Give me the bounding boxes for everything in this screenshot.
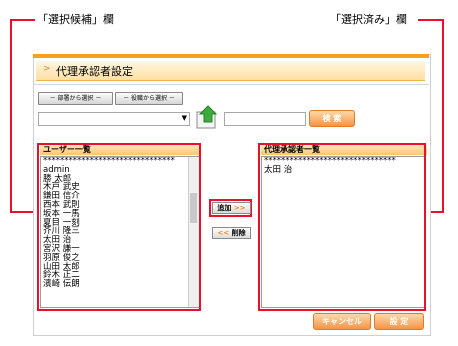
search-button[interactable]: 検 索 <box>309 110 355 127</box>
panel-title: 代理承認者設定 <box>56 65 133 78</box>
select-by-department-button[interactable]: － 部署から選択 － <box>38 92 113 105</box>
callout-line-right-top <box>418 19 444 21</box>
remove-arrows-icon: << <box>217 229 230 237</box>
title-arrow-icon: > <box>43 64 51 74</box>
title-separator <box>33 84 429 85</box>
callout-line-right-vertical <box>442 19 444 213</box>
select-by-role-button[interactable]: － 役職から選択 － <box>115 92 183 105</box>
add-arrows-icon: >> <box>233 204 246 212</box>
cancel-button[interactable]: キャンセル <box>313 313 371 330</box>
confirm-button[interactable]: 設 定 <box>374 313 424 330</box>
filter-select[interactable]: ▼ <box>38 112 190 126</box>
selected-highlight-box <box>258 143 426 311</box>
callout-candidates: 「選択候補」欄 <box>37 13 114 26</box>
remove-button[interactable]: << 削除 <box>212 227 251 239</box>
candidates-highlight-box <box>37 143 201 311</box>
remove-label: 削除 <box>231 229 246 237</box>
add-label: 追加 <box>217 204 232 212</box>
search-input[interactable] <box>224 112 306 126</box>
callout-line-left-top <box>10 19 35 21</box>
callout-selected: 「選択済み」欄 <box>330 13 407 26</box>
dropdown-arrow-icon: ▼ <box>181 114 187 122</box>
panel-titlebar: > 代理承認者設定 <box>36 61 425 81</box>
callout-line-left-vertical <box>10 19 12 213</box>
upload-icon[interactable] <box>196 105 218 129</box>
add-button[interactable]: 追加 >> <box>212 202 251 214</box>
panel-top-bar <box>33 54 429 58</box>
